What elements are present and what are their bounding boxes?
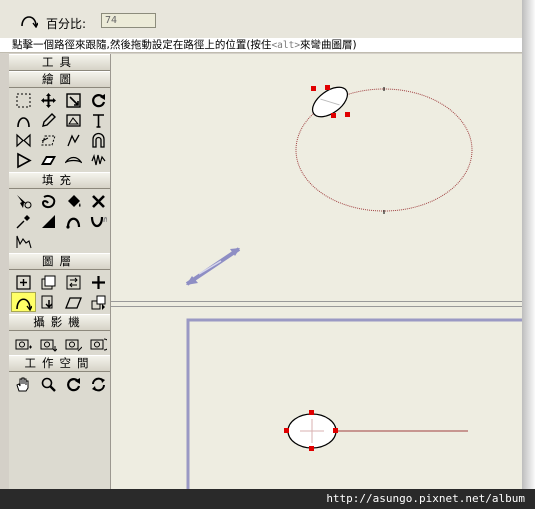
layer-tools bbox=[9, 270, 110, 314]
layer-move-tool-icon[interactable] bbox=[86, 272, 111, 292]
envelope-tool-icon[interactable] bbox=[86, 130, 111, 150]
layer-switch-tool-icon[interactable] bbox=[61, 272, 86, 292]
camera-frame bbox=[186, 318, 522, 494]
options-bar: 百分比: bbox=[0, 0, 522, 39]
toolbox-title: 工具 bbox=[9, 54, 110, 71]
percent-label: 百分比: bbox=[46, 17, 87, 31]
warp-tool-icon[interactable] bbox=[61, 130, 86, 150]
follow-path-icon bbox=[21, 16, 38, 28]
camera-move-tool-icon[interactable] bbox=[36, 333, 61, 353]
handle-4[interactable] bbox=[345, 112, 350, 117]
skew-tool-icon[interactable] bbox=[36, 130, 61, 150]
section-header-draw: 繪圖 bbox=[9, 71, 110, 88]
layer-duplicate-tool-icon[interactable] bbox=[36, 272, 61, 292]
watermark-bar: http://asungo.pixnet.net/album bbox=[0, 489, 535, 509]
hand-tool-icon[interactable] bbox=[11, 374, 36, 394]
smooth-tool-icon[interactable] bbox=[11, 231, 36, 251]
camera-zoom-tool-icon[interactable] bbox=[61, 333, 86, 353]
text-tool-icon[interactable] bbox=[86, 110, 111, 130]
camera-tools bbox=[9, 331, 110, 355]
tweak-curve-tool-icon[interactable] bbox=[61, 211, 86, 231]
toolbox-panel: 工具 繪圖 填充 圖層 攝影機 工作空間 bbox=[9, 54, 111, 494]
camera-add-tool-icon[interactable] bbox=[11, 333, 36, 353]
layer-add-tool-icon[interactable] bbox=[11, 272, 36, 292]
app-window: 百分比: 點擊一個路徑來跟隨,然後拖動設定在路徑上的位置(按住<alt>來彎曲圖… bbox=[0, 0, 522, 494]
section-header-camera: 攝影機 bbox=[9, 314, 110, 331]
upper-view[interactable] bbox=[111, 54, 522, 301]
layer-group-tool-icon[interactable] bbox=[86, 292, 111, 312]
hint-text-after: 來彎曲圖層) bbox=[300, 39, 357, 51]
blob-tool-icon[interactable] bbox=[36, 191, 61, 211]
camera-rotate-tool-icon[interactable] bbox=[86, 333, 111, 353]
window-shadow bbox=[522, 0, 535, 489]
fill-tools bbox=[9, 189, 110, 253]
layer-down-tool-icon[interactable] bbox=[36, 292, 61, 312]
section-header-layer: 圖層 bbox=[9, 253, 110, 270]
hint-text-before: 點擊一個路徑來跟隨,然後拖動設定在路徑上的位置(按住 bbox=[12, 39, 272, 51]
direction-arrow-icon bbox=[185, 247, 241, 286]
workspace-tools bbox=[9, 372, 110, 396]
select-rect-tool-icon[interactable] bbox=[11, 90, 36, 110]
zoom-tool-icon[interactable] bbox=[36, 374, 61, 394]
bend-tool-icon[interactable] bbox=[61, 150, 86, 170]
rotate-view-tool-icon[interactable] bbox=[61, 374, 86, 394]
handle-1[interactable] bbox=[311, 86, 316, 91]
gradient-tool-icon[interactable] bbox=[36, 211, 61, 231]
scale-tool-icon[interactable] bbox=[61, 90, 86, 110]
refresh-tool-icon[interactable] bbox=[86, 374, 111, 394]
handle-2[interactable] bbox=[325, 85, 330, 90]
eyedropper-tool-icon[interactable] bbox=[11, 211, 36, 231]
canvas-area[interactable] bbox=[111, 54, 522, 494]
shape-edit-tool-icon[interactable] bbox=[61, 110, 86, 130]
lower-view[interactable] bbox=[111, 307, 522, 494]
bezier-tool-icon[interactable] bbox=[11, 110, 36, 130]
jitter-tool-icon[interactable] bbox=[86, 150, 111, 170]
preview-handle-top[interactable] bbox=[309, 410, 314, 415]
lasso-fill-tool-icon[interactable] bbox=[11, 191, 36, 211]
pencil-tool-icon[interactable] bbox=[36, 110, 61, 130]
follow-path-tool-icon[interactable] bbox=[11, 292, 36, 312]
rotate-tool-icon[interactable] bbox=[86, 90, 111, 110]
preview-handle-left[interactable] bbox=[284, 428, 289, 433]
preview-handle-right[interactable] bbox=[333, 428, 338, 433]
preview-handle-bottom[interactable] bbox=[309, 446, 314, 451]
handle-3[interactable] bbox=[331, 113, 336, 118]
mirror-tool-icon[interactable] bbox=[11, 130, 36, 150]
layer-shear-tool-icon[interactable] bbox=[61, 292, 86, 312]
parallelogram-tool-icon[interactable] bbox=[36, 150, 61, 170]
status-hint: 點擊一個路徑來跟隨,然後拖動設定在路徑上的位置(按住<alt>來彎曲圖層) bbox=[0, 38, 522, 53]
delete-fill-tool-icon[interactable] bbox=[86, 191, 111, 211]
watermark-url: http://asungo.pixnet.net/album bbox=[326, 492, 525, 505]
paint-bucket-tool-icon[interactable] bbox=[61, 191, 86, 211]
draw-tools bbox=[9, 88, 110, 172]
move-tool-icon[interactable] bbox=[36, 90, 61, 110]
percent-input[interactable] bbox=[101, 13, 156, 28]
hint-alt-key: <alt> bbox=[271, 40, 301, 51]
section-header-fill: 填充 bbox=[9, 172, 110, 189]
tweak-curve-2-tool-icon[interactable] bbox=[86, 211, 111, 231]
polygon-tool-icon[interactable] bbox=[11, 150, 36, 170]
section-header-workspace: 工作空間 bbox=[9, 355, 110, 372]
